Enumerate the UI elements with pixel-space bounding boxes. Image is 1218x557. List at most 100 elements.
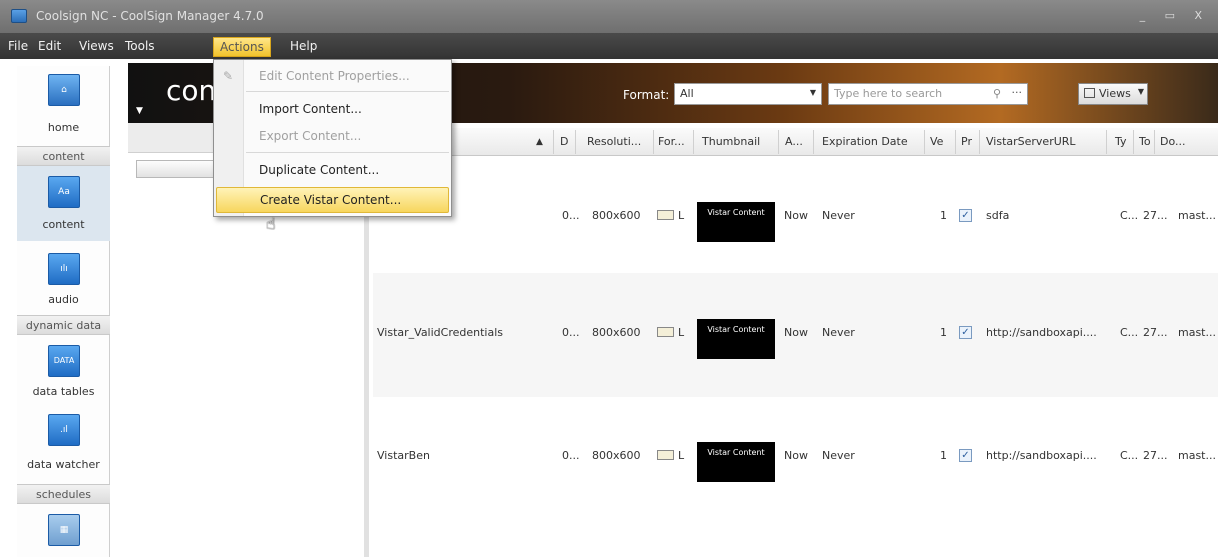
chevron-down-icon[interactable]: ▼: [136, 106, 143, 116]
nav-data-tables-label: data tables: [32, 385, 95, 398]
nav-home-label: home: [47, 121, 80, 134]
format-label: Format:: [623, 88, 670, 102]
nav-audio-label: audio: [48, 293, 79, 306]
table-row[interactable]: VistarBen 0... 800x600 L Vistar Content …: [373, 396, 1218, 520]
cell-pr-checkbox[interactable]: ✓: [959, 326, 972, 339]
cell-format: L: [657, 326, 684, 339]
bar-chart-icon: .ıl: [48, 414, 80, 446]
col-thumbnail[interactable]: Thumbnail: [702, 135, 760, 148]
menu-item-duplicate-content[interactable]: Duplicate Content...: [214, 157, 451, 183]
menu-views[interactable]: Views: [79, 39, 114, 53]
table-row[interactable]: 0... 800x600 L Vistar Content Now Never …: [373, 156, 1218, 280]
col-expiration-date[interactable]: Expiration Date: [822, 135, 908, 148]
col-vistar-server-url[interactable]: VistarServerURL: [986, 135, 1076, 148]
views-icon: [1084, 88, 1095, 98]
cell-resolution: 800x600: [592, 326, 641, 339]
schedule-icon: ▦: [48, 514, 80, 546]
text-aa-icon: Aa: [48, 176, 80, 208]
format-landscape-icon: [657, 210, 674, 220]
menu-item-export-content[interactable]: Export Content...: [214, 123, 451, 149]
nav-content-label: content: [42, 218, 85, 231]
col-type[interactable]: Ty: [1115, 135, 1127, 148]
nav-content[interactable]: Aa content: [17, 166, 110, 241]
cell-version: 1: [940, 326, 947, 339]
nav-section-schedules: schedules: [17, 484, 110, 504]
cell-expiration: Never: [822, 449, 855, 462]
home-icon: ⌂: [48, 74, 80, 106]
nav-section-content: content: [17, 146, 110, 166]
nav-audio[interactable]: ılı audio: [17, 241, 110, 319]
views-button[interactable]: Views ▼: [1078, 83, 1148, 105]
chevron-down-icon: ▼: [1137, 87, 1144, 96]
cell-expiration: Never: [822, 209, 855, 222]
data-table-icon: DATA: [48, 345, 80, 377]
nav-home[interactable]: ⌂ home: [17, 66, 110, 146]
menu-tools[interactable]: Tools: [125, 39, 155, 53]
col-to[interactable]: To: [1139, 135, 1151, 148]
menu-actions[interactable]: Actions: [213, 37, 271, 57]
cell-pr-checkbox[interactable]: ✓: [959, 449, 972, 462]
format-landscape-icon: [657, 450, 674, 460]
cell-pr-checkbox[interactable]: ✓: [959, 209, 972, 222]
search-placeholder: Type here to search: [834, 87, 943, 100]
nav-data-watcher-label: data watcher: [27, 458, 100, 471]
sort-asc-icon[interactable]: ▲: [536, 137, 543, 147]
search-icon[interactable]: ⚲: [993, 87, 1001, 100]
cell-do: mast...: [1178, 209, 1216, 222]
format-select[interactable]: All ▼: [674, 83, 822, 105]
nav-data-tables[interactable]: DATA data tables: [17, 335, 110, 413]
cell-thumbnail: Vistar Content: [697, 202, 775, 242]
left-navigation: ⌂ home content Aa content ılı audio dyna…: [17, 66, 110, 557]
grid-header: ▲ D Resoluti... For... Thumbnail A... Ex…: [373, 128, 1218, 156]
cell-d: 0...: [562, 326, 580, 339]
cell-url: http://sandboxapi....: [986, 326, 1097, 339]
edit-pencil-icon: ✎: [223, 69, 234, 83]
menu-item-edit-content-properties[interactable]: ✎ Edit Content Properties...: [214, 63, 451, 89]
col-resolution[interactable]: Resoluti...: [587, 135, 641, 148]
cell-url: http://sandboxapi....: [986, 449, 1097, 462]
cell-resolution: 800x600: [592, 209, 641, 222]
nav-data-watcher[interactable]: .ıl data watcher: [17, 408, 110, 484]
search-input[interactable]: Type here to search ⚲ ···: [828, 83, 1028, 105]
cell-thumbnail: Vistar Content: [697, 442, 775, 482]
col-a[interactable]: A...: [785, 135, 803, 148]
col-pr[interactable]: Pr: [961, 135, 972, 148]
cell-format: L: [657, 209, 684, 222]
cell-thumbnail: Vistar Content: [697, 319, 775, 359]
cell-do: mast...: [1178, 326, 1216, 339]
cell-type: C...: [1120, 449, 1139, 462]
cell-type: C...: [1120, 326, 1139, 339]
cell-version: 1: [940, 449, 947, 462]
window-title: Coolsign NC - CoolSign Manager 4.7.0: [36, 9, 264, 23]
menu-edit[interactable]: Edit: [38, 39, 61, 53]
nav-section-dynamic-data: dynamic data: [17, 315, 110, 335]
cell-resolution: 800x600: [592, 449, 641, 462]
col-do[interactable]: Do...: [1160, 135, 1186, 148]
cell-to: 27...: [1143, 326, 1168, 339]
col-version[interactable]: Ve: [930, 135, 943, 148]
cell-format: L: [657, 449, 684, 462]
cell-type: C...: [1120, 209, 1139, 222]
menu-file[interactable]: File: [8, 39, 28, 53]
content-grid: ▲ D Resoluti... For... Thumbnail A... Ex…: [373, 128, 1218, 557]
search-more-button[interactable]: ···: [1012, 86, 1023, 99]
menu-help[interactable]: Help: [290, 39, 317, 53]
cell-a: Now: [784, 209, 808, 222]
cell-a: Now: [784, 449, 808, 462]
table-row[interactable]: Vistar_ValidCredentials 0... 800x600 L V…: [373, 273, 1218, 397]
cell-d: 0...: [562, 209, 580, 222]
window-controls[interactable]: _ ▭ X: [1140, 9, 1210, 22]
menu-item-create-vistar-content[interactable]: Create Vistar Content...: [216, 187, 449, 213]
app-icon: [11, 9, 27, 23]
cell-name: VistarBen: [377, 449, 430, 462]
actions-menu: ✎ Edit Content Properties... Import Cont…: [213, 59, 452, 217]
nav-schedules[interactable]: ▦: [17, 504, 110, 557]
mouse-cursor-icon: ☝: [266, 214, 276, 233]
audio-icon: ılı: [48, 253, 80, 285]
title-bar: Coolsign NC - CoolSign Manager 4.7.0 _ ▭…: [0, 0, 1218, 33]
format-value: All: [680, 87, 694, 100]
menu-item-import-content[interactable]: Import Content...: [214, 96, 451, 122]
col-format[interactable]: For...: [658, 135, 685, 148]
col-d[interactable]: D: [560, 135, 568, 148]
cell-do: mast...: [1178, 449, 1216, 462]
